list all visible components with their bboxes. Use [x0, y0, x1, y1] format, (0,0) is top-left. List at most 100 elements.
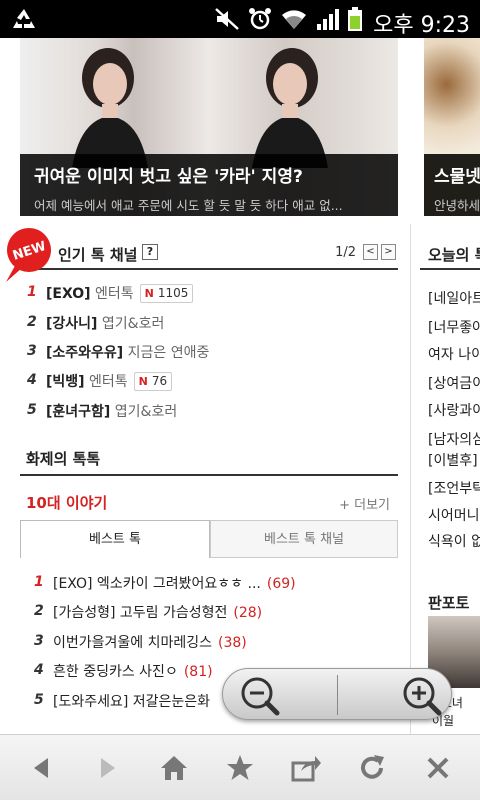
hot-talk-header: 화제의 톡톡 — [20, 444, 398, 476]
list-item-text: [훈녀구함] 엽기&호러 — [46, 401, 177, 421]
list-item[interactable]: 2 [강사니] 엽기&호러 — [20, 310, 398, 336]
status-bar: 오후 9:23 — [0, 0, 480, 38]
channel-category: 엔터톡 — [95, 286, 134, 302]
zoom-separator — [337, 675, 338, 715]
comment-count: (81) — [183, 664, 213, 680]
hero-caption: 귀여운 이미지 벗고 싶은 '카라' 지영? 어제 예능에서 애교 주문에 시도… — [20, 154, 398, 216]
list-item[interactable]: 3 [소주와우유] 지금은 연애중 — [20, 339, 398, 365]
comment-count: (28) — [233, 605, 263, 621]
signal-icon — [317, 9, 339, 30]
page-indicator: 1/2 — [335, 245, 356, 260]
rank-number: 1 — [27, 284, 37, 300]
tab-best-talk-channel[interactable]: 베스트 톡 채널 — [210, 520, 398, 558]
talk-title: [EXO] 엑소카이 그려봤어요ㅎㅎ ... — [53, 576, 261, 592]
list-item[interactable]: 2 [가슴성형] 고두림 가슴성형전 (28) — [20, 599, 398, 625]
list-item-text: [빅뱅] 엔터톡 N 76 — [46, 371, 173, 391]
talk-title: [가슴성형] 고두림 가슴성형전 — [53, 605, 228, 621]
list-item-text: [EXO] 엑소카이 그려봤어요ㅎㅎ ... (69) — [53, 573, 296, 593]
channel-tag: [강사니] — [46, 316, 98, 332]
rank-number: 3 — [34, 633, 44, 649]
list-item-text: [도와주세요] 저갈은눈은화 — [53, 691, 216, 711]
hero-next-subtitle: 안녕하세 — [434, 198, 480, 213]
zoom-out-icon[interactable] — [233, 673, 289, 717]
hero-card-next[interactable]: 스물넷 안녕하세 — [424, 38, 480, 216]
battery-icon — [348, 7, 362, 31]
list-item[interactable]: 3 이번가을겨울에 치마레깅스 (38) — [20, 629, 398, 655]
close-icon[interactable] — [423, 753, 453, 783]
channel-category: 엽기&호러 — [101, 316, 165, 332]
column-divider — [410, 224, 411, 734]
status-icons — [214, 6, 362, 32]
rank-number: 5 — [27, 402, 37, 418]
list-item[interactable]: 1 [EXO] 엔터톡 N 1105 — [20, 280, 398, 306]
channel-category: 지금은 연애중 — [127, 345, 210, 361]
side-list-item[interactable]: [조언부탁 — [428, 478, 480, 498]
list-item-text: [가슴성형] 고두림 가슴성형전 (28) — [53, 602, 262, 622]
count-badge: N 1105 — [139, 284, 194, 303]
naver-n-icon: N — [138, 375, 148, 388]
hero-next-caption: 스물넷 안녕하세 — [424, 154, 480, 216]
channel-category: 엔터톡 — [89, 374, 128, 390]
talk-title: 이번가을겨울에 치마레깅스 — [53, 635, 213, 651]
side-list-item[interactable]: [너무좋아 — [428, 317, 480, 337]
prev-page-button[interactable]: < — [363, 244, 378, 260]
talk-tabs: 베스트 톡 베스트 톡 채널 — [20, 520, 398, 558]
naver-n-icon: N — [144, 287, 154, 300]
rank-number: 5 — [34, 692, 44, 708]
list-item[interactable]: 5 [훈녀구함] 엽기&호러 — [20, 398, 398, 424]
side-list-item[interactable]: 식욕이 없 — [428, 531, 480, 551]
channel-tag: [훈녀구함] — [46, 404, 111, 420]
hero-carousel: 귀여운 이미지 벗고 싶은 '카라' 지영? 어제 예능에서 애교 주문에 시도… — [0, 38, 480, 224]
wifi-icon — [282, 10, 306, 29]
share-icon[interactable] — [291, 753, 321, 783]
rank-number: 4 — [27, 372, 37, 388]
rank-number: 4 — [34, 662, 44, 678]
count-badge: N 76 — [133, 372, 173, 391]
hero-next-title: 스물넷 — [434, 167, 480, 187]
recycle-icon — [13, 9, 35, 28]
rank-number: 2 — [27, 314, 37, 330]
list-item-text: [소주와우유] 지금은 연애중 — [46, 342, 209, 362]
forward-icon[interactable] — [93, 753, 123, 783]
comment-count: (38) — [218, 635, 247, 651]
zoom-in-icon[interactable] — [395, 673, 451, 717]
list-item-text: [EXO] 엔터톡 N 1105 — [46, 283, 194, 303]
mute-icon — [215, 8, 239, 30]
side-list-item[interactable]: 시어머니 — [428, 505, 480, 525]
section-title: 화제의 톡톡 — [26, 450, 101, 468]
side-list-item[interactable]: [상여금이 — [428, 373, 480, 393]
back-icon[interactable] — [26, 753, 56, 783]
fan-photo-title: 판포토 — [428, 594, 470, 612]
tab-best-talk[interactable]: 베스트 톡 — [20, 520, 210, 558]
alarm-icon — [249, 8, 271, 30]
list-item-text: 흔한 중딩카스 사진ㅇ (81) — [53, 661, 213, 681]
next-page-button[interactable]: > — [381, 244, 396, 260]
count-badge-value: 76 — [151, 374, 168, 388]
rank-number: 3 — [27, 343, 37, 359]
channel-tag: [EXO] — [46, 286, 91, 302]
clock: 오후 9:23 — [373, 13, 470, 38]
bookmark-star-icon[interactable] — [225, 753, 255, 783]
hero-card-main[interactable]: 귀여운 이미지 벗고 싶은 '카라' 지영? 어제 예능에서 애교 주문에 시도… — [20, 38, 398, 216]
help-icon[interactable]: ? — [142, 244, 158, 260]
channel-category: 엽기&호러 — [114, 404, 178, 420]
refresh-icon[interactable] — [357, 753, 387, 783]
browser-toolbar — [0, 734, 480, 800]
side-list-item[interactable]: 여자 나이 — [428, 344, 480, 364]
new-badge-icon: NEW — [6, 228, 51, 282]
side-list-item[interactable]: [남자의심 — [428, 429, 480, 449]
list-item-text: 이번가을겨울에 치마레깅스 (38) — [53, 632, 247, 652]
home-icon[interactable] — [159, 753, 189, 783]
side-list-item[interactable]: [사랑과이 — [428, 400, 480, 420]
list-item-text: [강사니] 엽기&호러 — [46, 313, 164, 333]
talk-title: [도와주세요] 저갈은눈은화 — [53, 694, 211, 710]
list-item[interactable]: 4 [빅뱅] 엔터톡 N 76 — [20, 368, 398, 394]
side-list-item[interactable]: [네일아트 — [428, 288, 480, 308]
side-list-item[interactable]: [이별후] — [428, 450, 478, 470]
count-badge-value: 1105 — [157, 286, 189, 300]
list-item[interactable]: 1 [EXO] 엑소카이 그려봤어요ㅎㅎ ... (69) — [20, 570, 398, 596]
rank-number: 1 — [34, 574, 44, 590]
more-link[interactable]: + 더보기 — [339, 494, 390, 513]
popular-channels-header: 인기 톡 채널 ? 1/2 < > — [20, 238, 398, 270]
comment-count: (69) — [266, 576, 296, 592]
